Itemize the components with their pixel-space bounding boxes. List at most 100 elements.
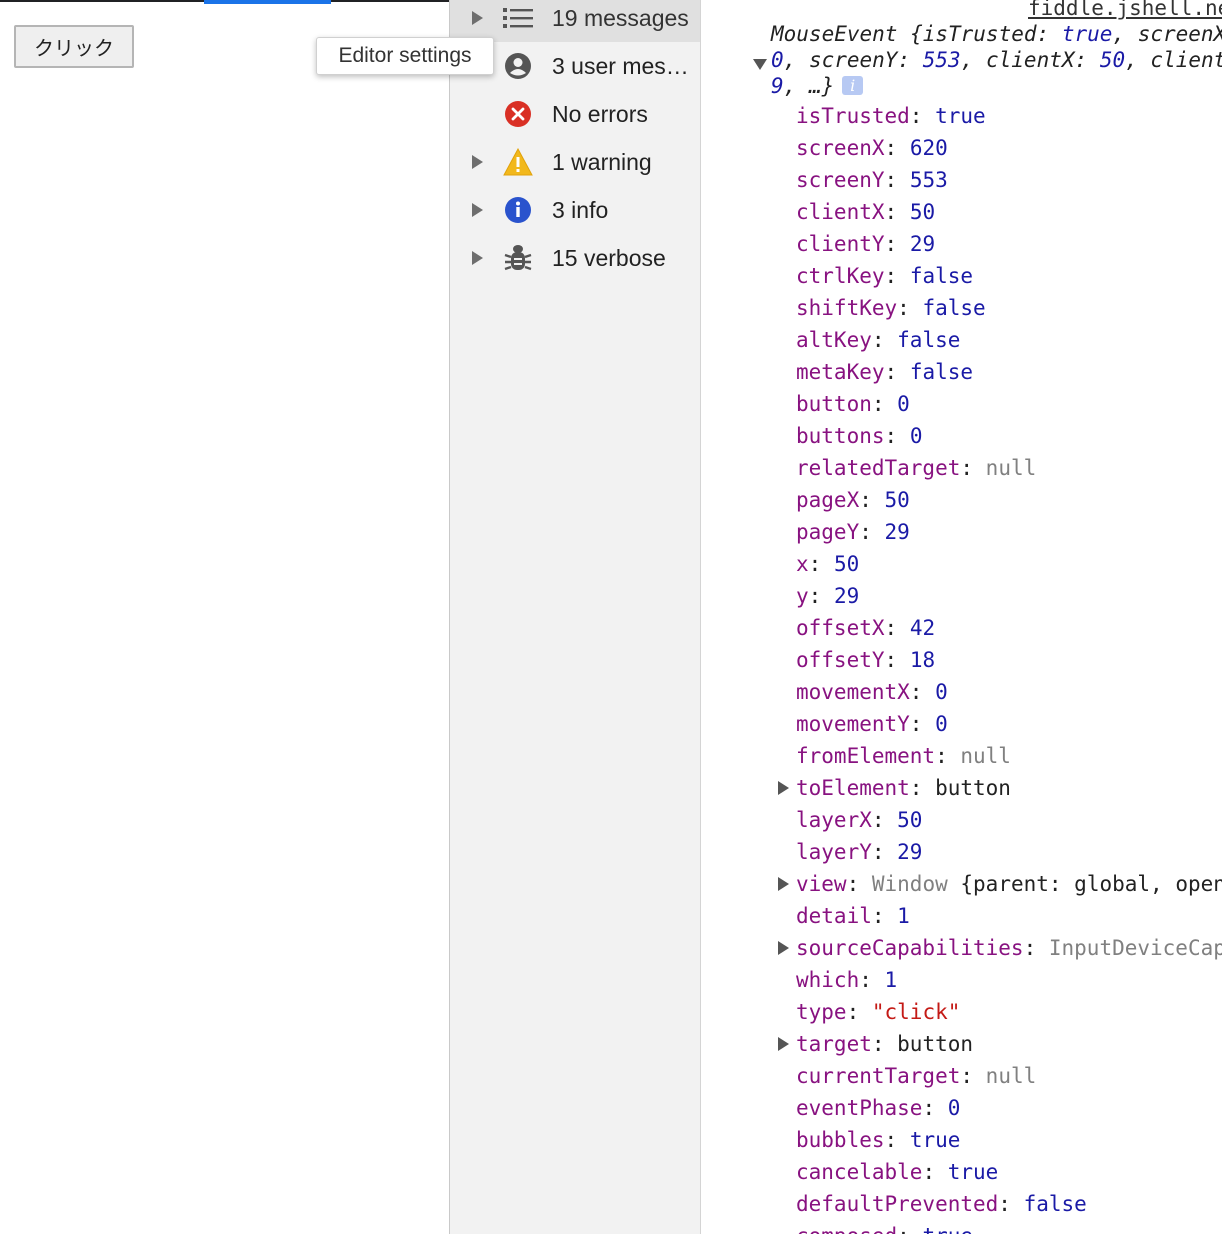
- property-value: false: [922, 296, 986, 320]
- property-key: altKey: [796, 328, 872, 352]
- property-kv: x: 50: [796, 552, 860, 576]
- property-kv: offsetX: 42: [796, 616, 936, 640]
- expand-arrow-icon[interactable]: [778, 941, 789, 955]
- property-kv: eventPhase: 0: [796, 1096, 961, 1120]
- property-key: shiftKey: [796, 296, 898, 320]
- collapse-arrow-icon[interactable]: [753, 59, 767, 70]
- property-row-x: x: 50: [701, 548, 1222, 580]
- property-value: button: [935, 776, 1011, 800]
- property-row-screenX: screenX: 620: [701, 132, 1222, 164]
- sidebar-item-info[interactable]: 3 info: [450, 186, 700, 234]
- property-row-view[interactable]: view: Window {parent: global, open: ƒ, ……: [701, 868, 1222, 900]
- property-kv: button: 0: [796, 392, 910, 416]
- property-row-relatedTarget: relatedTarget: null: [701, 452, 1222, 484]
- property-row-layerY: layerY: 29: [701, 836, 1222, 868]
- property-value: 0: [909, 424, 923, 448]
- property-value: null: [985, 1064, 1037, 1088]
- warning-icon: [502, 146, 534, 178]
- property-value: 620: [909, 136, 948, 160]
- property-kv: clientX: 50: [796, 200, 936, 224]
- property-key: clientY: [796, 232, 885, 256]
- event-summary-line-1[interactable]: MouseEvent {isTrusted: true, screenX: 62: [771, 22, 1222, 46]
- sidebar-item-list[interactable]: 19 messages: [450, 0, 700, 42]
- property-key: layerX: [796, 808, 872, 832]
- property-kv: type: "click": [796, 1000, 961, 1024]
- property-key: screenX: [796, 136, 885, 160]
- property-key: composed: [796, 1224, 897, 1234]
- property-key: ctrlKey: [796, 264, 885, 288]
- property-value: null: [985, 456, 1037, 480]
- property-key: x: [796, 552, 809, 576]
- sidebar-item-error[interactable]: No errors: [450, 90, 700, 138]
- property-row-eventPhase: eventPhase: 0: [701, 1092, 1222, 1124]
- click-button[interactable]: クリック: [14, 25, 134, 68]
- property-value: 1: [884, 968, 898, 992]
- property-key: cancelable: [796, 1160, 923, 1184]
- property-key: screenY: [796, 168, 885, 192]
- property-value: null: [960, 744, 1011, 768]
- editor-settings-tooltip: Editor settings: [316, 37, 494, 75]
- property-row-altKey: altKey: false: [701, 324, 1222, 356]
- property-row-pageX: pageX: 50: [701, 484, 1222, 516]
- property-value: 29: [909, 232, 936, 256]
- property-value: false: [909, 360, 974, 384]
- expand-arrow-icon[interactable]: [472, 11, 483, 25]
- sidebar-item-label: No errors: [552, 100, 648, 127]
- sidebar-item-warning[interactable]: 1 warning: [450, 138, 700, 186]
- source-link[interactable]: fiddle.jshell.net: [1028, 0, 1222, 20]
- expand-arrow-icon[interactable]: [778, 1037, 789, 1051]
- property-value: false: [1023, 1192, 1087, 1216]
- property-row-sourceCapabilities[interactable]: sourceCapabilities: InputDeviceCapabilit…: [701, 932, 1222, 964]
- property-key: defaultPrevented: [796, 1192, 999, 1216]
- property-kv: movementX: 0: [796, 680, 948, 704]
- property-key: pageY: [796, 520, 860, 544]
- property-kv: bubbles: true: [796, 1128, 961, 1152]
- property-value: 50: [884, 488, 910, 512]
- property-value: "click": [871, 1000, 961, 1024]
- property-row-pageY: pageY: 29: [701, 516, 1222, 548]
- expand-arrow-icon[interactable]: [472, 251, 483, 265]
- sidebar-item-label: 19 messages: [552, 4, 689, 31]
- sidebar-item-bug[interactable]: 15 verbose: [450, 234, 700, 282]
- list-icon: [502, 2, 534, 34]
- property-kv: cancelable: true: [796, 1160, 999, 1184]
- expand-arrow-icon[interactable]: [472, 203, 483, 217]
- property-kv: screenY: 553: [796, 168, 948, 192]
- property-value: 18: [909, 648, 936, 672]
- property-value: 50: [909, 200, 936, 224]
- bug-icon: [502, 242, 534, 274]
- property-value: 29: [833, 584, 860, 608]
- property-kv: currentTarget: null: [796, 1064, 1037, 1088]
- property-row-toElement[interactable]: toElement: button: [701, 772, 1222, 804]
- property-key: relatedTarget: [796, 456, 961, 480]
- property-row-target[interactable]: target: button: [701, 1028, 1222, 1060]
- property-kv: view: Window {parent: global, open: ƒ, ……: [796, 868, 1222, 900]
- console-output: fiddle.jshell.net MouseEvent {isTrusted:…: [701, 0, 1222, 1234]
- property-kv: isTrusted: true: [796, 104, 986, 128]
- property-key: y: [796, 584, 809, 608]
- property-key: movementY: [796, 712, 910, 736]
- property-value-class: Window: [871, 872, 961, 896]
- expand-arrow-icon[interactable]: [778, 781, 789, 795]
- property-kv: metaKey: false: [796, 360, 974, 384]
- property-row-currentTarget: currentTarget: null: [701, 1060, 1222, 1092]
- property-key: fromElement: [796, 744, 936, 768]
- property-row-buttons: buttons: 0: [701, 420, 1222, 452]
- property-kv: screenX: 620: [796, 136, 948, 160]
- property-key: clientX: [796, 200, 885, 224]
- sidebar-item-label: 15 verbose: [552, 244, 666, 271]
- property-key: buttons: [796, 424, 885, 448]
- property-value: 29: [884, 520, 910, 544]
- property-row-offsetY: offsetY: 18: [701, 644, 1222, 676]
- expand-arrow-icon[interactable]: [472, 155, 483, 169]
- property-value: false: [909, 264, 974, 288]
- property-value: 0: [935, 712, 948, 736]
- event-properties: isTrusted: true screenX: 620 screenY: 553 c…: [701, 100, 1222, 1234]
- property-kv: layerX: 50: [796, 808, 923, 832]
- expand-arrow-icon[interactable]: [778, 877, 789, 891]
- property-kv: offsetY: 18: [796, 648, 936, 672]
- property-row-type: type: "click": [701, 996, 1222, 1028]
- property-row-metaKey: metaKey: false: [701, 356, 1222, 388]
- property-kv: target: button: [796, 1032, 974, 1056]
- info-badge-icon[interactable]: i: [842, 76, 864, 95]
